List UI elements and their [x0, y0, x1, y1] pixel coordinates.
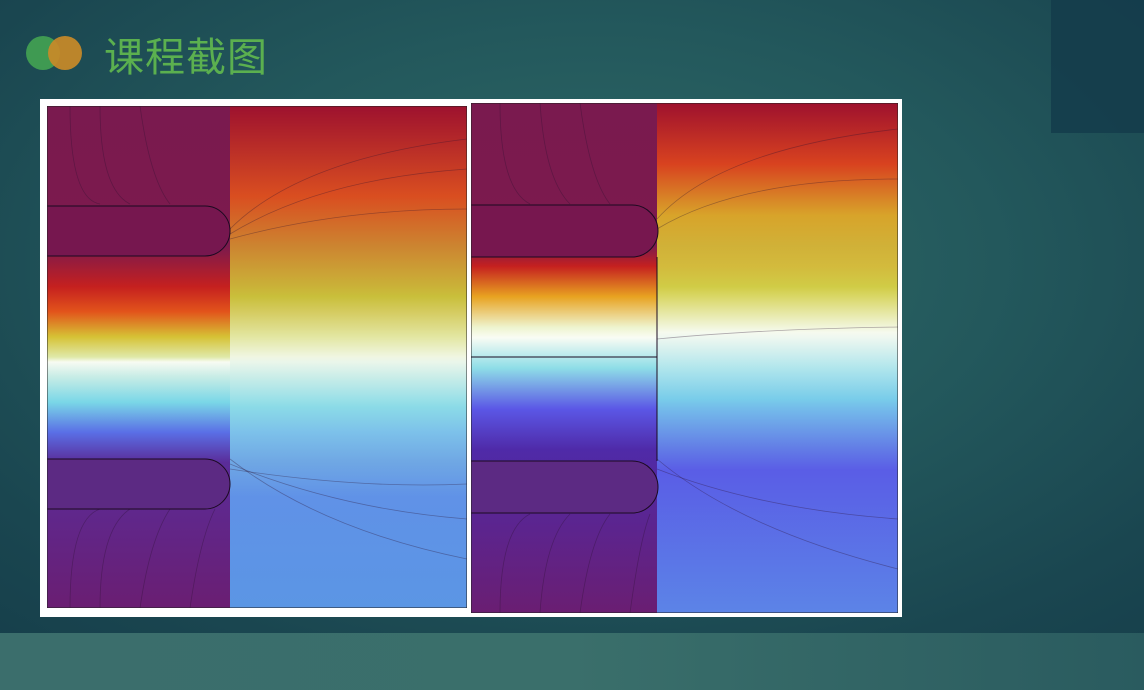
bottom-band: [0, 633, 1144, 690]
logo-icon: [26, 36, 84, 72]
logo-circle-orange: [48, 36, 82, 70]
left-field-plot: [47, 106, 467, 608]
page-title: 课程截图: [104, 35, 268, 81]
course-screenshot: [40, 99, 902, 617]
corner-decoration: [1051, 0, 1144, 133]
right-field-plot: [471, 103, 898, 613]
